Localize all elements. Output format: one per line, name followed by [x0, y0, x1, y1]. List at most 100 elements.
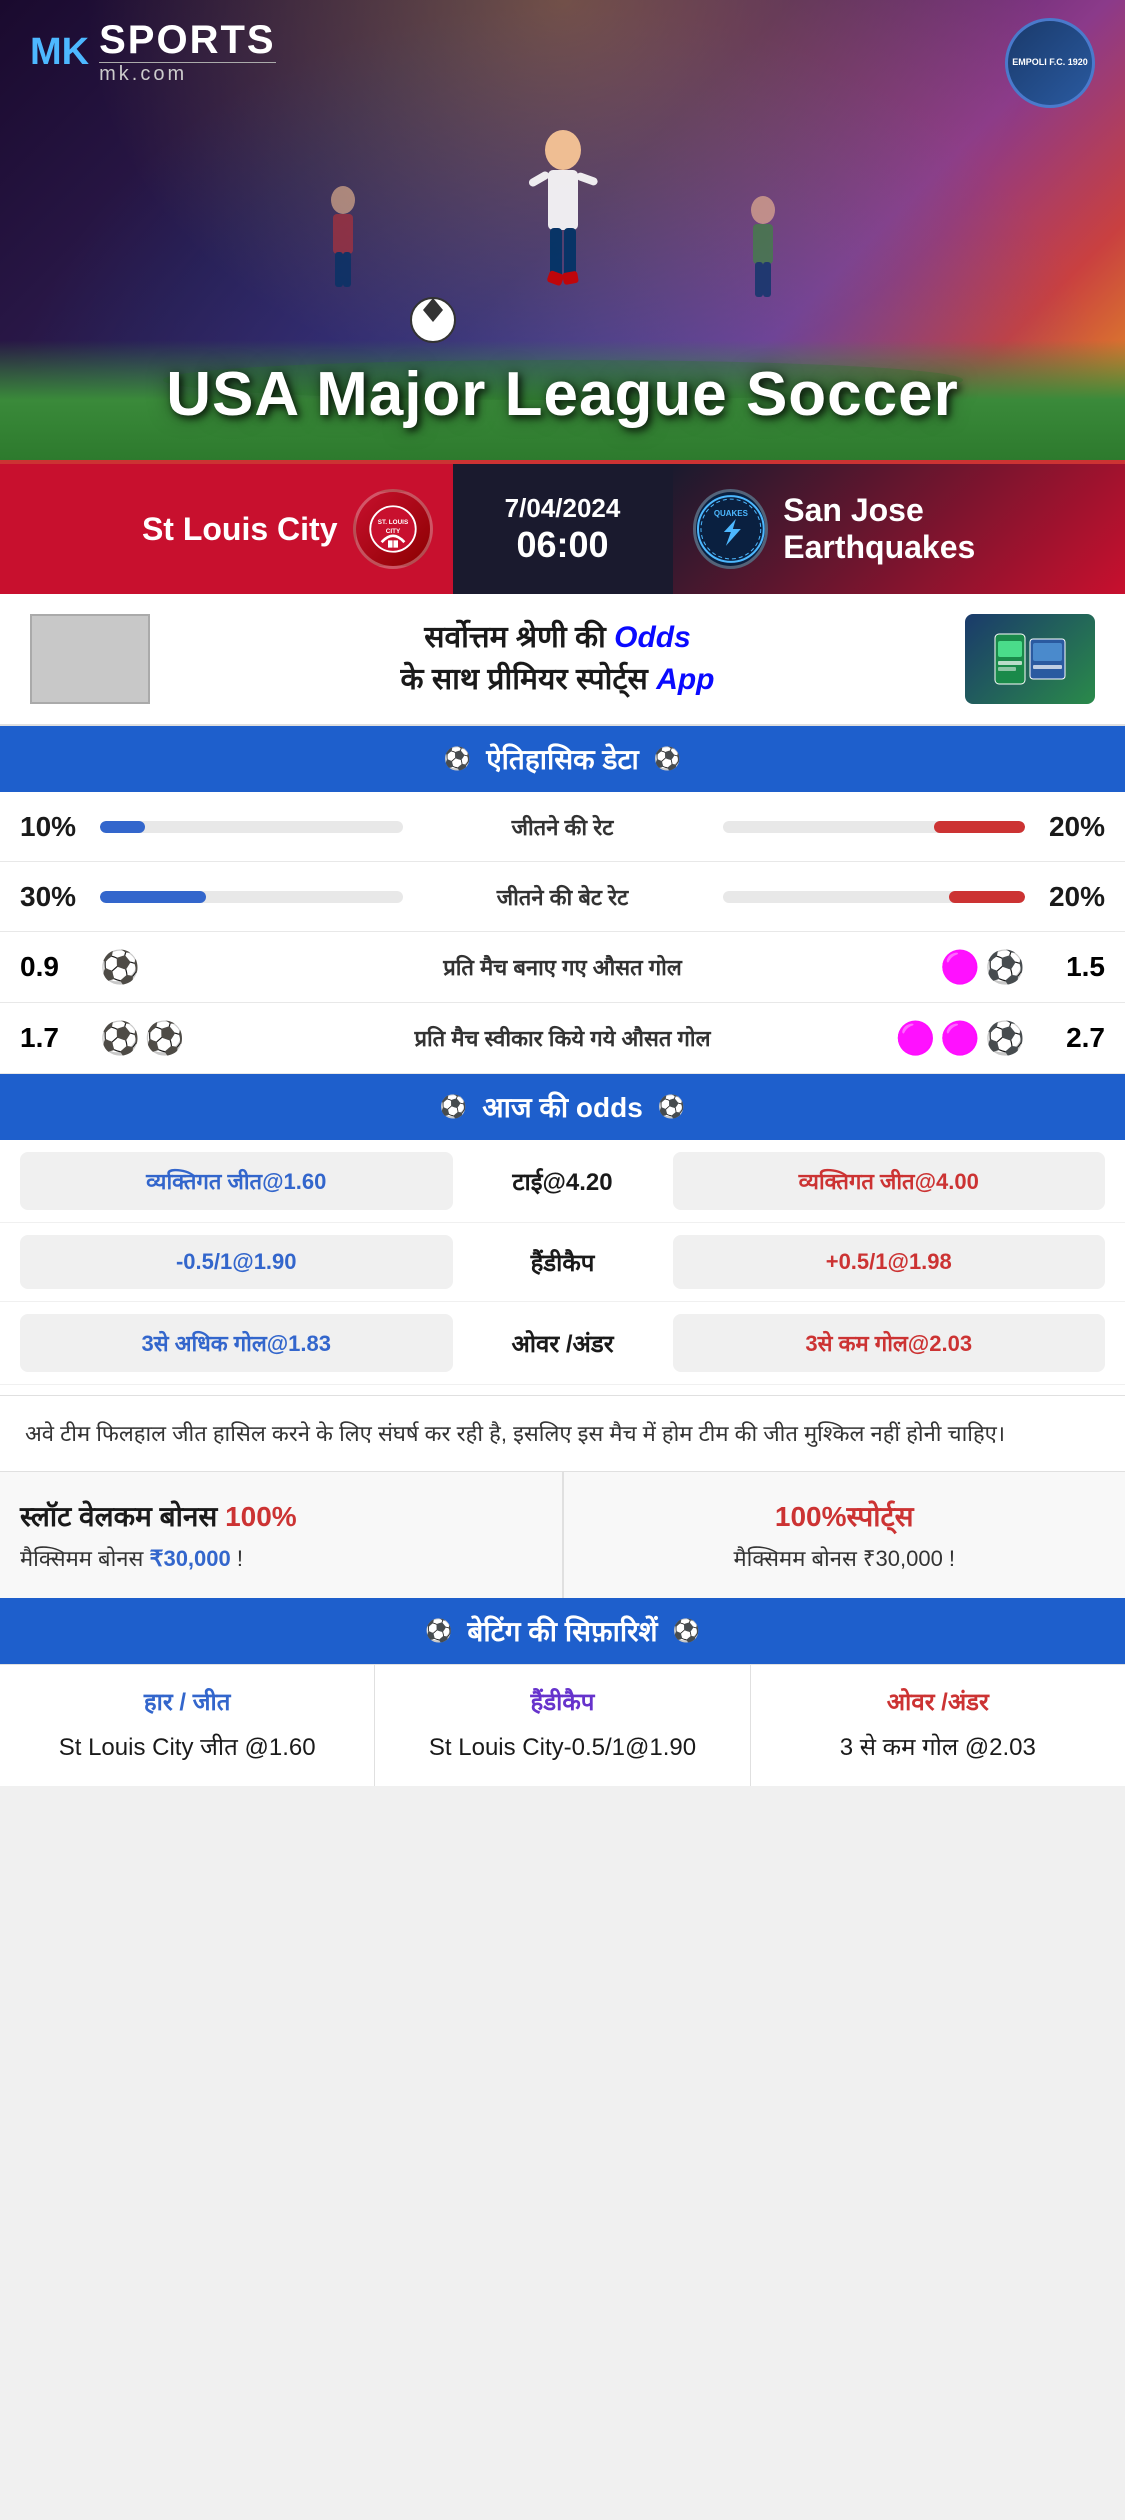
- bet-win-rate-row: 30% जीतने की बेट रेट 20%: [0, 862, 1125, 932]
- bonus-left-title: स्लॉट वेलकम बोनस 100%: [20, 1497, 542, 1535]
- historical-title: ऐतिहासिक डेटा: [486, 740, 639, 778]
- over-odds-btn[interactable]: 3से अधिक गोल@1.83: [20, 1314, 453, 1372]
- bonus-slot-text: स्लॉट वेलकम बोनस: [20, 1501, 225, 1532]
- promo-line1: सर्वोत्तम श्रेणी की: [424, 621, 606, 654]
- overunder-label[interactable]: ओवर /अंडर: [463, 1327, 663, 1360]
- svg-text:ST. LOUIS: ST. LOUIS: [377, 519, 407, 526]
- promo-app: App: [656, 663, 714, 696]
- avg-goals-left-val: 0.9: [20, 951, 100, 983]
- bonus-left[interactable]: स्लॉट वेलकम बोनस 100% मैक्सिमम बोनस ₹30,…: [0, 1471, 564, 1598]
- home-win-odds-btn[interactable]: व्यक्तिगत जीत@1.60: [20, 1152, 453, 1210]
- player-decoration: [0, 80, 1125, 400]
- ball-red-1: 🔴: [940, 948, 980, 986]
- win-rate-left-val: 10%: [20, 811, 100, 843]
- win-rate-bar-right: [723, 821, 1026, 833]
- odds-header: ⚽ आज की odds ⚽: [0, 1074, 1125, 1140]
- rec-handicap-title: हैंडीकैप: [390, 1685, 734, 1718]
- win-rate-row: 10% जीतने की रेट 20%: [0, 792, 1125, 862]
- odds-ball-left: ⚽: [440, 1094, 467, 1120]
- bet-win-rate-fill-right: [949, 891, 1025, 903]
- ball-red-2: ⚽: [985, 948, 1025, 986]
- away-team-logo: QUAKES: [693, 489, 769, 569]
- bonus-section[interactable]: स्लॉट वेलकम बोनस 100% मैक्सिमम बोनस ₹30,…: [0, 1471, 1125, 1598]
- under-odds-btn[interactable]: 3से कम गोल@2.03: [673, 1314, 1106, 1372]
- win-rate-label: जीतने की रेट: [423, 812, 703, 842]
- away-team-section: QUAKES San Jose Earthquakes: [673, 464, 1125, 594]
- bet-win-rate-label: जीतने की बेट रेट: [423, 882, 703, 912]
- betting-rec-title: बेटिंग की सिफ़ारिशें: [467, 1612, 657, 1650]
- bonus-left-subtitle: मैक्सिमम बोनस ₹30,000 !: [20, 1543, 542, 1573]
- promo-banner[interactable]: सर्वोत्तम श्रेणी की Odds के साथ प्रीमियर…: [0, 594, 1125, 726]
- match-center: 7/04/2024 06:00: [453, 464, 673, 594]
- mk-letters: MK: [30, 33, 89, 71]
- win-rate-right-val: 20%: [1025, 811, 1105, 843]
- svg-text:CITY: CITY: [385, 528, 400, 535]
- bet-win-rate-bar-left: [100, 891, 403, 903]
- empoli-text: EMPOLI F.C. 1920: [1012, 57, 1088, 69]
- home-team-section: St Louis City ST. LOUIS CITY: [0, 464, 453, 594]
- ball-icons-left-conceded: ⚽ ⚽: [100, 1019, 414, 1057]
- match-time: 06:00: [516, 524, 608, 566]
- tie-odds-label[interactable]: टाई@4.20: [463, 1165, 663, 1198]
- home-team-logo: ST. LOUIS CITY: [353, 489, 433, 569]
- sports-word: SPORTS: [99, 18, 275, 62]
- rec-handicap-value: St Louis City-0.5/1@1.90: [390, 1730, 734, 1766]
- svg-text:QUAKES: QUAKES: [713, 509, 747, 518]
- bet-win-rate-fill-left: [100, 891, 206, 903]
- bet-win-rate-bar-right: [723, 891, 1026, 903]
- mk-blue-letter: MK: [30, 31, 89, 73]
- rec-columns-row: हार / जीत St Louis City जीत @1.60 हैंडीक…: [0, 1664, 1125, 1786]
- hero-banner: MK SPORTS mk.com EMPOLI F.C. 1920: [0, 0, 1125, 460]
- win-odds-row[interactable]: व्यक्तिगत जीत@1.60 टाई@4.20 व्यक्तिगत जी…: [0, 1140, 1125, 1223]
- handicap-odds-row[interactable]: -0.5/1@1.90 हैंडीकैप +0.5/1@1.98: [0, 1223, 1125, 1302]
- bonus-right[interactable]: 100%स्पोर्ट्स मैक्सिमम बोनस ₹30,000 !: [564, 1471, 1125, 1598]
- ball-blue-c2: ⚽: [145, 1019, 185, 1057]
- promo-text-block: सर्वोत्तम श्रेणी की Odds के साथ प्रीमियर…: [170, 617, 945, 701]
- promo-line2: के साथ प्रीमियर स्पोर्ट्स: [400, 663, 647, 696]
- betting-rec-header: ⚽ बेटिंग की सिफ़ारिशें ⚽: [0, 1598, 1125, 1664]
- description-box: अवे टीम फिलहाल जीत हासिल करने के लिए संघ…: [0, 1395, 1125, 1471]
- ball-icons-right-goals: 🔴 ⚽: [703, 948, 1026, 986]
- rec-overunder-title: ओवर /अंडर: [766, 1685, 1110, 1718]
- avg-goals-conceded-row: 1.7 ⚽ ⚽ प्रति मैच स्वीकार किये गये औसत ग…: [0, 1003, 1125, 1074]
- avg-conceded-right-val: 2.7: [1025, 1022, 1105, 1054]
- brand-logo: MK SPORTS mk.com: [30, 18, 276, 85]
- odds-section: ⚽ आज की odds ⚽ व्यक्तिगत जीत@1.60 टाई@4.…: [0, 1074, 1125, 1395]
- ball-icons-right-conceded: 🔴 🔴 ⚽: [711, 1019, 1025, 1057]
- historical-section: ⚽ ऐतिहासिक डेटा ⚽ 10% जीतने की रेट 20% 3…: [0, 726, 1125, 1074]
- promo-app-image: [965, 614, 1095, 704]
- avg-conceded-label: प्रति मैच स्वीकार किये गये औसत गोल: [414, 1023, 710, 1053]
- promo-hindi-text: सर्वोत्तम श्रेणी की Odds के साथ प्रीमियर…: [170, 617, 945, 701]
- betting-rec-section: ⚽ बेटिंग की सिफ़ारिशें ⚽ हार / जीत St Lo…: [0, 1598, 1125, 1786]
- brand-text: SPORTS mk.com: [99, 18, 275, 85]
- match-date: 7/04/2024: [505, 493, 621, 524]
- odds-title: आज की odds: [482, 1088, 643, 1126]
- away-team-name: San Jose Earthquakes: [783, 492, 1105, 566]
- bonus-right-subtitle: मैक्सिमम बोनस ₹30,000 !: [584, 1543, 1106, 1573]
- rec-col-win-loss: हार / जीत St Louis City जीत @1.60: [0, 1665, 375, 1786]
- home-team-name: St Louis City: [142, 511, 338, 548]
- hero-title: USA Major League Soccer: [0, 359, 1125, 430]
- rec-col-handicap: हैंडीकैप St Louis City-0.5/1@1.90: [375, 1665, 750, 1786]
- match-header: St Louis City ST. LOUIS CITY 7/04/2024 0…: [0, 464, 1125, 594]
- avg-goals-label: प्रति मैच बनाए गए औसत गोल: [423, 952, 703, 982]
- bonus-percent: 100%: [225, 1501, 297, 1532]
- description-text: अवे टीम फिलहाल जीत हासिल करने के लिए संघ…: [25, 1416, 1100, 1451]
- ball-red-c2: 🔴: [940, 1019, 980, 1057]
- rec-win-loss-value: St Louis City जीत @1.60: [15, 1730, 359, 1766]
- home-handicap-btn[interactable]: -0.5/1@1.90: [20, 1235, 453, 1289]
- away-handicap-btn[interactable]: +0.5/1@1.98: [673, 1235, 1106, 1289]
- promo-image-placeholder: [30, 614, 150, 704]
- bonus-left-amount: ₹30,000: [149, 1546, 230, 1571]
- promo-highlight: Odds: [614, 621, 691, 654]
- avg-goals-right-val: 1.5: [1025, 951, 1105, 983]
- overunder-odds-row[interactable]: 3से अधिक गोल@1.83 ओवर /अंडर 3से कम गोल@2…: [0, 1302, 1125, 1385]
- ball-blue-c1: ⚽: [100, 1019, 140, 1057]
- handicap-label[interactable]: हैंडीकैप: [463, 1246, 663, 1279]
- bonus-right-title: 100%स्पोर्ट्स: [584, 1497, 1106, 1535]
- ball-red-c1: 🔴: [895, 1019, 935, 1057]
- bet-win-rate-right-val: 20%: [1025, 881, 1105, 913]
- ball-icons-left-goals: ⚽: [100, 948, 423, 986]
- away-win-odds-btn[interactable]: व्यक्तिगत जीत@4.00: [673, 1152, 1106, 1210]
- ball-red-c3: ⚽: [985, 1019, 1025, 1057]
